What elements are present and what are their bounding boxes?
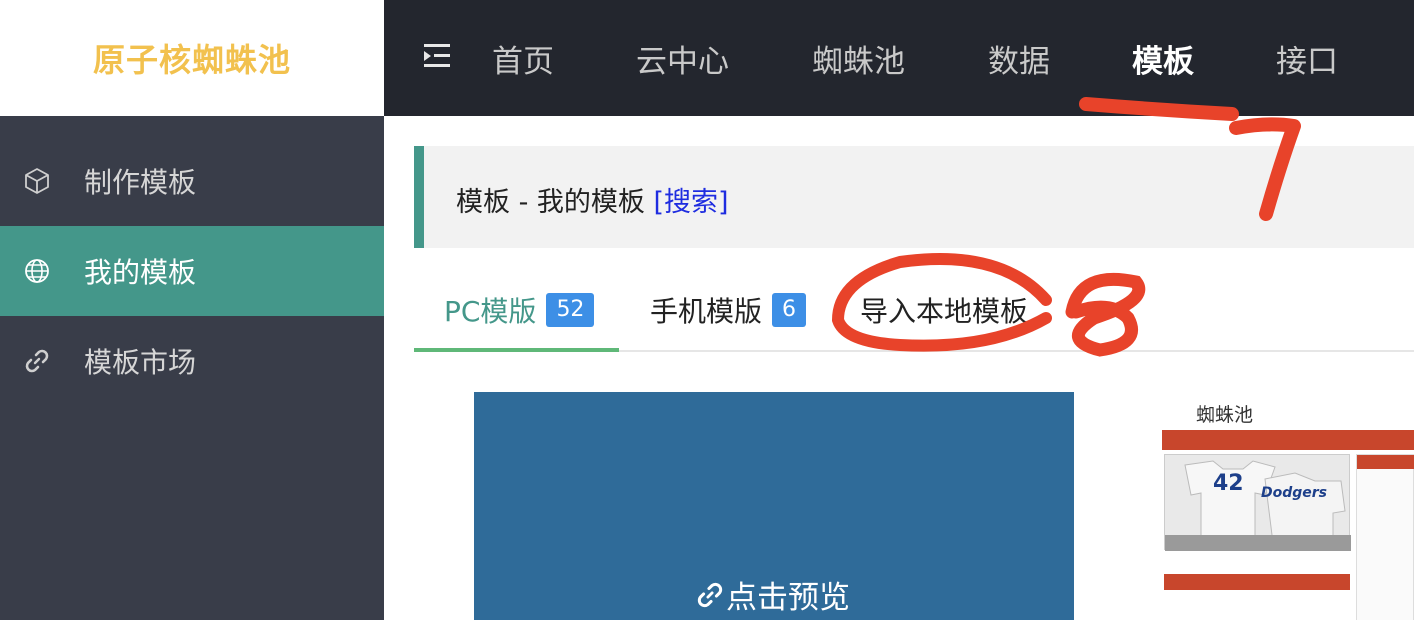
thumbnail-sidebar [1356,454,1414,620]
nav-item-spider-pool[interactable]: 蜘蛛池 [812,36,905,81]
logo-text: 原子核蜘蛛池 [92,41,291,79]
count-badge: 6 [772,293,807,327]
cube-icon [25,168,49,194]
thumbnail-section-bar [1164,574,1350,590]
tab-label: PC模版 [444,295,537,328]
globe-icon [25,259,49,283]
thumbnail-title: 蜘蛛池 [1196,404,1254,426]
sidebar-item-my-templates[interactable]: 我的模板 [0,226,384,316]
template-card[interactable]: 点击预览 [474,392,1074,620]
thumbnail-nav-bar [1162,430,1414,450]
tab-label: 手机模版 [650,295,763,328]
jersey-image: 42 Dodgers [1164,454,1351,551]
tab-pc-templates[interactable]: PC模版 52 [444,290,595,330]
sidebar-item-label: 我的模板 [84,256,197,289]
template-card-thumbnail[interactable]: 蜘蛛池 42 Dodgers [1162,392,1414,620]
link-icon [25,349,49,373]
indent-menu-icon[interactable] [424,40,452,70]
jersey-illustration [1165,460,1351,551]
link-icon [697,582,723,607]
breadcrumb-text: 模板 - 我的模板 [456,187,645,218]
tab-import-local-template[interactable]: 导入本地模板 [860,290,1028,330]
sidebar-item-label: 制作模板 [84,166,197,199]
preview-link[interactable]: 点击预览 [694,572,850,617]
annotation-label-8: 8 [0,0,1,1]
sidebar-item-template-market[interactable]: 模板市场 [0,316,384,406]
jersey-brand: Dodgers [1261,485,1328,501]
nav-item-api[interactable]: 接口 [1276,36,1338,81]
breadcrumb: 模板 - 我的模板 [搜索] [414,146,1414,248]
tab-mobile-templates[interactable]: 手机模版 6 [650,290,807,330]
nav-item-templates[interactable]: 模板 [1132,36,1194,81]
nav-item-home[interactable]: 首页 [492,36,554,81]
top-navigation: 首页 云中心 蜘蛛池 数据 模板 接口 [384,0,1414,116]
tab-label: 导入本地模板 [860,295,1029,328]
logo-area: 原子核蜘蛛池 [0,0,384,116]
sidebar: 制作模板 我的模板 模板市场 [0,116,384,620]
nav-item-cloud-center[interactable]: 云中心 [636,36,729,81]
nav-item-data[interactable]: 数据 [988,36,1050,81]
count-badge: 52 [546,293,595,327]
preview-label: 点击预览 [726,580,850,616]
template-tabs: PC模版 52 手机模版 6 导入本地模板 [414,272,1414,352]
jersey-number: 42 [1213,471,1244,496]
active-tab-indicator [414,348,619,352]
search-link[interactable]: [搜索] [654,187,729,218]
sidebar-item-make-template[interactable]: 制作模板 [0,136,384,226]
sidebar-item-label: 模板市场 [84,346,197,379]
